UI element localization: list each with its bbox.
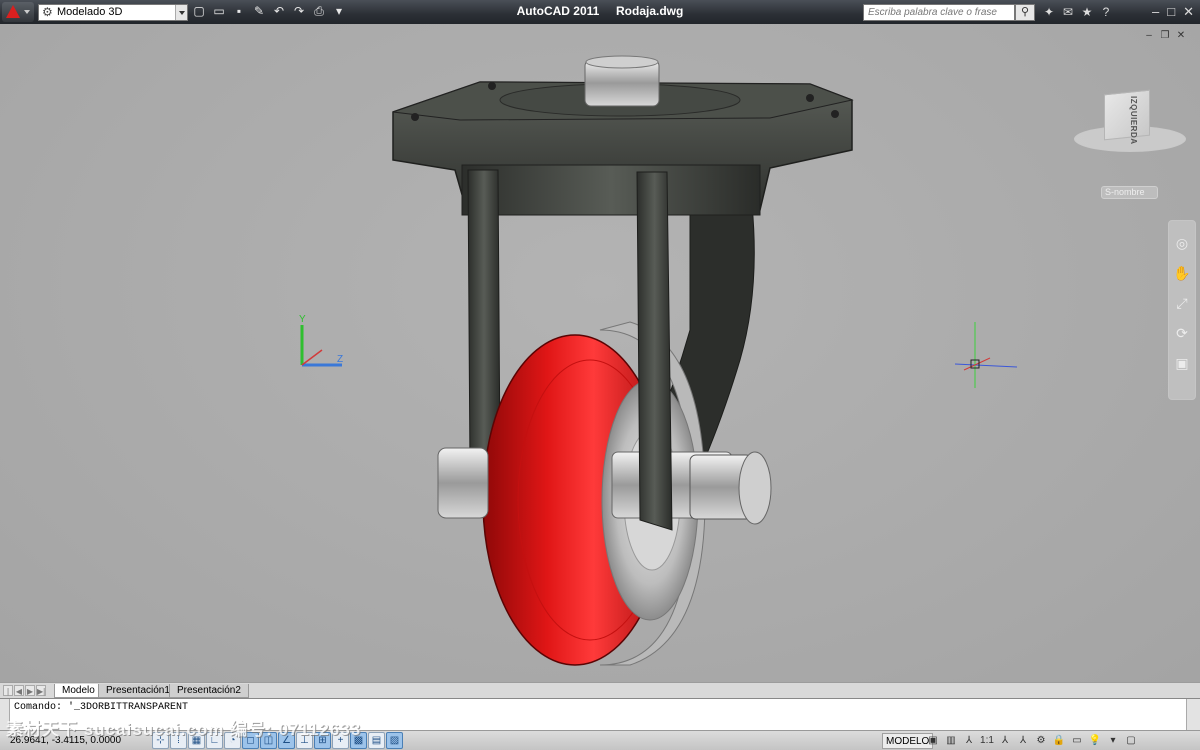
command-scrollbar[interactable] <box>1186 699 1200 731</box>
quick-view-layouts-icon[interactable]: ▣ <box>926 732 940 749</box>
lock-icon[interactable]: 🔒 <box>1052 732 1066 749</box>
annotation-visibility-icon[interactable]: ⅄ <box>998 732 1012 749</box>
watermark-text: 素材天下 sucaisucai.com 编号: 07112633 <box>6 720 362 739</box>
close-icon[interactable]: ✕ <box>1183 3 1194 20</box>
isolate-objects-icon[interactable]: 💡 <box>1088 732 1102 749</box>
annotation-scale-value[interactable]: 1:1 <box>980 732 994 749</box>
communication-icon[interactable]: ✉ <box>1061 4 1075 20</box>
command-text: '_3DORBITTRANSPARENT <box>68 702 189 713</box>
clean-screen-icon[interactable]: ▢ <box>1124 732 1138 749</box>
bolt-hole <box>806 94 814 102</box>
workspace-select[interactable]: ⚙ Modelado 3D <box>38 4 188 21</box>
layout-tab-bar: |◀ ◀ ▶ ▶| Modelo Presentación1 Presentac… <box>0 682 1200 707</box>
bolt-hole <box>411 113 419 121</box>
command-label: Comando: <box>14 702 63 713</box>
quick-view-drawings-icon[interactable]: ▥ <box>944 732 958 749</box>
annotation-scale-icon[interactable]: ⅄ <box>962 732 976 749</box>
undo-icon[interactable]: ↶ <box>272 4 286 18</box>
axle-nut-left <box>437 447 489 519</box>
wcs-menu[interactable]: S-nombre <box>1101 186 1158 199</box>
search-icon[interactable]: ⚲ <box>1015 4 1035 21</box>
quick-access-toolbar: ▢ ▭ ▪ ✎ ↶ ↷ ⎙ ▾ <box>192 4 346 20</box>
print-icon[interactable]: ⎙ <box>312 4 326 18</box>
minimize-icon[interactable]: – <box>1152 3 1159 20</box>
last-tab-icon[interactable]: ▶| <box>36 685 46 696</box>
chevron-down-icon <box>175 5 187 20</box>
hardware-acceleration-icon[interactable]: ▭ <box>1070 732 1084 749</box>
viewcube-face-label: IZQUIERDA <box>1129 96 1138 145</box>
tab-scroll-buttons: |◀ ◀ ▶ ▶| <box>3 685 46 707</box>
autocad-logo-icon <box>6 5 20 18</box>
viewcube-face[interactable] <box>1104 89 1150 141</box>
svg-text:Z: Z <box>337 354 343 365</box>
showmotion-icon[interactable]: ▣ <box>1172 353 1192 373</box>
zoom-icon[interactable]: ⤢ <box>1172 293 1192 313</box>
redo-icon[interactable]: ↷ <box>292 4 306 18</box>
wcs-label: S-nombre <box>1105 187 1145 197</box>
axle-thread-end <box>738 451 772 525</box>
favorites-star-icon[interactable]: ★ <box>1080 4 1094 20</box>
infocenter-tools: ✦ ✉ ★ ? <box>1042 4 1113 20</box>
ucs-icon: Y Z <box>299 314 343 367</box>
gear-icon: ⚙ <box>42 5 53 19</box>
help-icon[interactable]: ? <box>1099 4 1113 20</box>
bolt-hole <box>831 110 839 118</box>
quick-properties-icon[interactable]: ▤ <box>368 732 385 749</box>
title-bar: ⚙ Modelado 3D ▢ ▭ ▪ ✎ ↶ ↷ ⎙ ▾ AutoCAD 20… <box>0 0 1200 24</box>
search-placeholder: Escriba palabra clave o frase <box>868 7 997 18</box>
swivel-housing <box>461 164 761 216</box>
svg-text:Y: Y <box>299 314 306 325</box>
chevron-down-icon <box>24 10 30 14</box>
open-folder-icon[interactable]: ▭ <box>212 4 226 18</box>
bolt-hole <box>488 82 496 90</box>
navigation-bar: ◎ ✋ ⤢ ⟳ ▣ <box>1168 220 1196 400</box>
drawing-viewport[interactable]: Y Z – ❐ ✕ IZQUIERDA S-nombre ◎ ✋ ⤢ ⟳ ▣ <box>0 24 1200 682</box>
viewcube[interactable]: IZQUIERDA <box>1074 82 1186 158</box>
status-menu-icon[interactable]: ▾ <box>1106 732 1120 749</box>
customize-chevron-icon[interactable]: ▾ <box>332 4 346 18</box>
maximize-icon[interactable]: □ <box>1167 3 1175 20</box>
subscription-icon[interactable]: ✦ <box>1042 4 1056 20</box>
command-history: Comando: '_3DORBITTRANSPARENT <box>14 702 188 713</box>
orbit-icon[interactable]: ⟳ <box>1172 323 1192 343</box>
application-menu-button[interactable] <box>2 2 34 22</box>
steering-wheel-icon[interactable]: ◎ <box>1172 233 1192 253</box>
selection-cycling-icon[interactable]: ▨ <box>386 732 403 749</box>
viewport-minimize-icon[interactable]: – <box>1144 31 1154 41</box>
save-as-icon[interactable]: ✎ <box>252 4 266 18</box>
tab-presentacion1[interactable]: Presentación1 <box>98 684 178 698</box>
new-file-icon[interactable]: ▢ <box>192 4 206 18</box>
tab-modelo[interactable]: Modelo <box>54 684 103 698</box>
auto-scale-icon[interactable]: ⅄ <box>1016 732 1030 749</box>
viewport-close-icon[interactable]: ✕ <box>1176 31 1186 41</box>
viewport-restore-icon[interactable]: ❐ <box>1160 31 1170 41</box>
viewport-controls: – ❐ ✕ <box>1144 31 1186 41</box>
next-tab-icon[interactable]: ▶ <box>25 685 35 696</box>
king-pin-nut-top <box>585 55 659 69</box>
file-title: Rodaja.dwg <box>616 4 684 18</box>
caster-wheel-model: Y Z <box>299 55 1018 666</box>
window-controls: – □ ✕ <box>1152 3 1194 20</box>
prev-tab-icon[interactable]: ◀ <box>14 685 24 696</box>
fork-right-leg <box>636 171 673 531</box>
search-input[interactable]: Escriba palabra clave o frase <box>863 4 1015 21</box>
workspace-value: Modelado 3D <box>57 6 123 18</box>
pan-hand-icon[interactable]: ✋ <box>1172 263 1192 283</box>
tab-presentacion2[interactable]: Presentación2 <box>169 684 249 698</box>
app-title: AutoCAD 2011 <box>516 4 600 18</box>
save-icon[interactable]: ▪ <box>232 4 246 18</box>
crosshair-cursor <box>954 322 1018 388</box>
first-tab-icon[interactable]: |◀ <box>3 685 13 707</box>
workspace-switching-icon[interactable]: ⚙ <box>1034 732 1048 749</box>
status-tray: ▣ ▥ ⅄ 1:1 ⅄ ⅄ ⚙ 🔒 ▭ 💡 ▾ ▢ <box>926 732 1138 749</box>
